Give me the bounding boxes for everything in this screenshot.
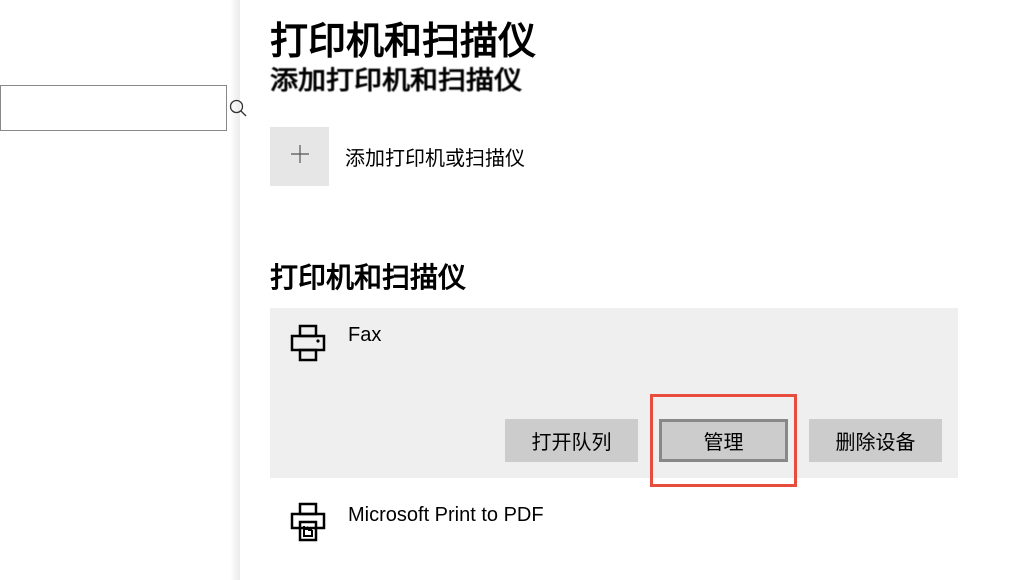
printer-icon [286,500,330,549]
manage-button-highlight: 管理 [650,394,797,487]
section-subtitle-obscured: 添加打印机和扫描仪 [270,61,958,98]
printer-list-header: 打印机和扫描仪 [270,256,958,296]
printer-item-pdf[interactable]: Microsoft Print to PDF [270,486,958,561]
page-title: 打印机和扫描仪 [270,10,958,65]
printer-name-label: Microsoft Print to PDF [348,504,544,527]
settings-content: 打印机和扫描仪 添加打印机和扫描仪 添加打印机或扫描仪 打印机和扫描仪 [240,0,1014,580]
sidebar-divider-shadow [230,0,240,580]
plus-icon [288,142,312,171]
printer-name-label: Fax [348,324,381,347]
printer-action-buttons: 打开队列 管理 删除设备 [286,419,942,462]
add-printer-label: 添加打印机或扫描仪 [345,142,525,171]
printer-item-fax[interactable]: Fax 打开队列 管理 删除设备 [270,308,958,478]
manage-button[interactable]: 管理 [659,419,788,462]
settings-sidebar [0,0,240,580]
add-printer-row[interactable]: 添加打印机或扫描仪 [270,127,958,186]
printer-icon [286,322,330,371]
open-queue-button[interactable]: 打开队列 [505,419,638,462]
search-input[interactable] [1,86,228,130]
remove-device-button[interactable]: 删除设备 [809,419,942,462]
search-field-container[interactable] [0,85,227,131]
add-icon-box [270,127,329,186]
